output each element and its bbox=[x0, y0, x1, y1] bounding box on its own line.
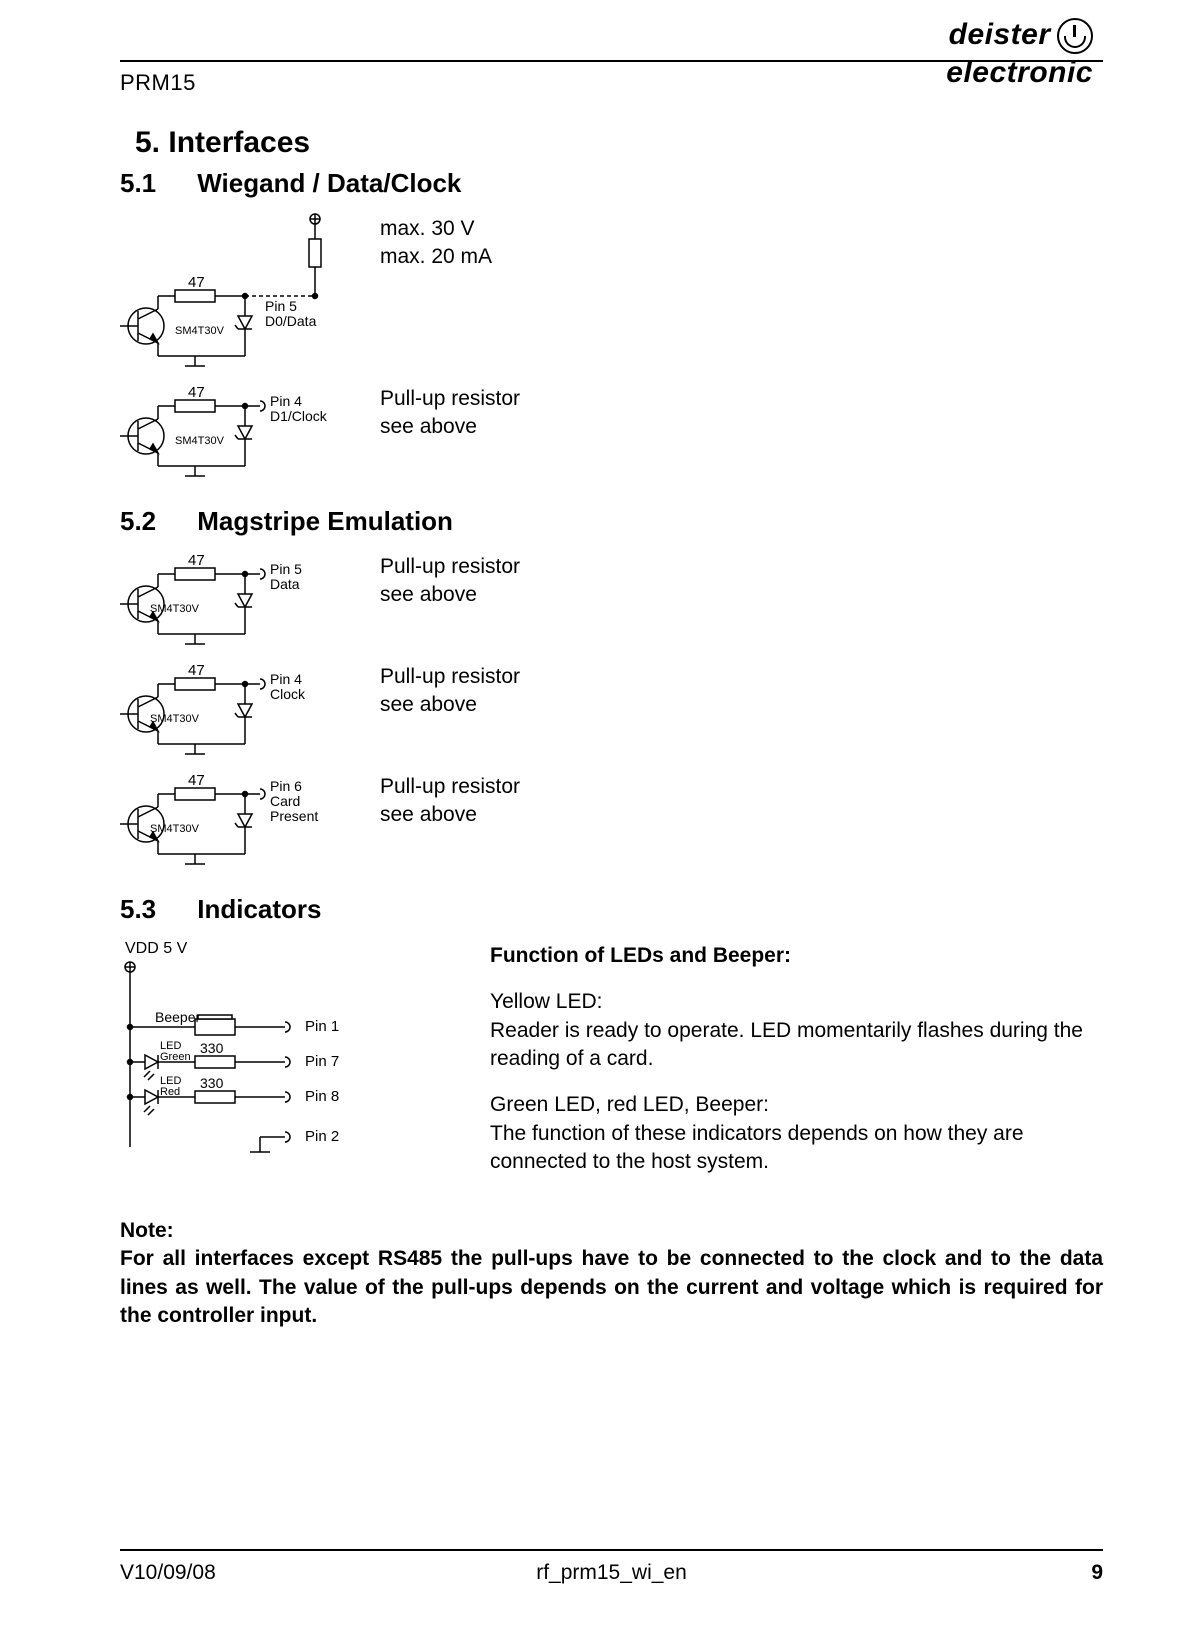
signal-label: Data bbox=[270, 576, 300, 592]
logo-icon bbox=[1057, 18, 1093, 54]
ledr-label2: Red bbox=[160, 1086, 180, 1098]
sub-title: Magstripe Emulation bbox=[197, 506, 453, 536]
note-line1: Pull-up resistor bbox=[380, 385, 520, 413]
logo-text-2: electronic bbox=[946, 56, 1093, 89]
note-label: Note: bbox=[120, 1217, 1103, 1245]
footer-center: rf_prm15_wi_en bbox=[448, 1561, 776, 1585]
pin-label: Pin 5 bbox=[270, 561, 302, 577]
footer-right: 9 bbox=[775, 1561, 1103, 1585]
r47-label: 47 bbox=[188, 384, 205, 401]
circuit-diagram: 47 Pin 6 Card Present SM4T30V bbox=[120, 769, 380, 869]
pin4-label: Pin 4 bbox=[270, 393, 302, 409]
s51-c2-note: Pull-up resistor see above bbox=[380, 381, 520, 442]
s52-c1-note: Pull-up resistor see above bbox=[380, 549, 520, 610]
sub-title: Wiegand / Data/Clock bbox=[197, 168, 461, 198]
s51-row1: 47 Pin 5 D0/Data SM4T30V max. 30 V max. … bbox=[120, 211, 1103, 371]
s52-row2: 47 Pin 4 Clock SM4T30V Pull-up resistor … bbox=[120, 659, 1103, 759]
pin-label: Pin 6 bbox=[270, 778, 302, 794]
pin1-label: Pin 1 bbox=[305, 1018, 339, 1035]
grb-b: The function of these indicators depends… bbox=[490, 1120, 1103, 1177]
grb-h: Green LED, red LED, Beeper: bbox=[490, 1091, 1103, 1119]
subsection-5-1: 5.1 Wiegand / Data/Clock bbox=[120, 168, 1103, 199]
signal-label: Clock bbox=[270, 686, 306, 702]
circuit-diagram: 47 Pin 5 D0/Data SM4T30V bbox=[120, 211, 380, 371]
note-block: Note: For all interfaces except RS485 th… bbox=[120, 1217, 1103, 1330]
s52-c2-note: Pull-up resistor see above bbox=[380, 659, 520, 720]
spec-maxi: max. 20 mA bbox=[380, 243, 492, 271]
brand-logo: deister electronic bbox=[946, 20, 1103, 88]
note-line1: Pull-up resistor bbox=[380, 663, 520, 691]
beeper-label: Beeper bbox=[155, 1009, 200, 1025]
sub-number: 5.1 bbox=[120, 168, 190, 199]
s51-row2: 47 Pin 4 D1/Clock SM4T30V Pull-up resist… bbox=[120, 381, 1103, 481]
r47-label: 47 bbox=[188, 274, 205, 291]
sub-number: 5.3 bbox=[120, 894, 190, 925]
vdd-label: VDD 5 V bbox=[125, 940, 188, 957]
r330r-label: 330 bbox=[200, 1075, 224, 1091]
doc-code: PRM15 bbox=[120, 70, 196, 96]
s52-c3-note: Pull-up resistor see above bbox=[380, 769, 520, 830]
yellow-led-b: Reader is ready to operate. LED momentar… bbox=[490, 1017, 1103, 1074]
s52-row3: 47 Pin 6 Card Present SM4T30V Pull-up re… bbox=[120, 769, 1103, 869]
tvs-label: SM4T30V bbox=[150, 713, 200, 725]
signal-label: Card bbox=[270, 793, 300, 809]
indicators-block: VDD 5 V bbox=[120, 937, 1103, 1187]
page: deister electronic PRM15 5. Interfaces 5… bbox=[0, 0, 1193, 1625]
spec-maxv: max. 30 V bbox=[380, 215, 492, 243]
logo-text-1: deister bbox=[949, 18, 1051, 51]
sub-number: 5.2 bbox=[120, 506, 190, 537]
pin5-label: Pin 5 bbox=[265, 298, 297, 314]
pin2-label: Pin 2 bbox=[305, 1128, 339, 1145]
pin8-label: Pin 8 bbox=[305, 1088, 339, 1105]
circuit-diagram: 47 Pin 4 Clock SM4T30V bbox=[120, 659, 380, 759]
tvs-label: SM4T30V bbox=[150, 603, 200, 615]
r47-label: 47 bbox=[188, 662, 205, 679]
pin7-label: Pin 7 bbox=[305, 1053, 339, 1070]
d1-label: D1/Clock bbox=[270, 408, 328, 424]
function-heading: Function of LEDs and Beeper: bbox=[490, 942, 1103, 970]
tvs-label: SM4T30V bbox=[175, 325, 225, 337]
tvs-label: SM4T30V bbox=[150, 823, 200, 835]
subsection-5-3: 5.3 Indicators bbox=[120, 894, 1103, 925]
note-line2: see above bbox=[380, 413, 520, 441]
section-title: Interfaces bbox=[168, 126, 310, 159]
indicator-text: Function of LEDs and Beeper: Yellow LED:… bbox=[490, 937, 1103, 1176]
signal-label2: Present bbox=[270, 808, 318, 824]
s51-spec: max. 30 V max. 20 mA bbox=[380, 211, 492, 272]
d0-label: D0/Data bbox=[265, 313, 317, 329]
note-line2: see above bbox=[380, 801, 520, 829]
r330g-label: 330 bbox=[200, 1040, 224, 1056]
note-line1: Pull-up resistor bbox=[380, 773, 520, 801]
ledg-label2: Green bbox=[160, 1051, 191, 1063]
note-line2: see above bbox=[380, 581, 520, 609]
indicator-diagram: VDD 5 V bbox=[120, 937, 450, 1187]
circuit-diagram: 47 Pin 5 Data SM4T30V bbox=[120, 549, 380, 649]
circuit-diagram: 47 Pin 4 D1/Clock SM4T30V bbox=[120, 381, 380, 481]
note-body: For all interfaces except RS485 the pull… bbox=[120, 1245, 1103, 1330]
r47-label: 47 bbox=[188, 772, 205, 789]
footer-left: V10/09/08 bbox=[120, 1561, 448, 1585]
section-heading: 5. Interfaces bbox=[135, 126, 1103, 160]
footer: V10/09/08 rf_prm15_wi_en 9 bbox=[120, 1549, 1103, 1585]
subsection-5-2: 5.2 Magstripe Emulation bbox=[120, 506, 1103, 537]
footer-rule bbox=[120, 1549, 1103, 1551]
note-line2: see above bbox=[380, 691, 520, 719]
pin-label: Pin 4 bbox=[270, 671, 302, 687]
s52-row1: 47 Pin 5 Data SM4T30V Pull-up resistor s… bbox=[120, 549, 1103, 649]
tvs-label: SM4T30V bbox=[175, 435, 225, 447]
sub-title: Indicators bbox=[197, 894, 321, 924]
note-line1: Pull-up resistor bbox=[380, 553, 520, 581]
r47-label: 47 bbox=[188, 552, 205, 569]
yellow-led-h: Yellow LED: bbox=[490, 988, 1103, 1016]
section-number: 5. bbox=[135, 126, 160, 159]
